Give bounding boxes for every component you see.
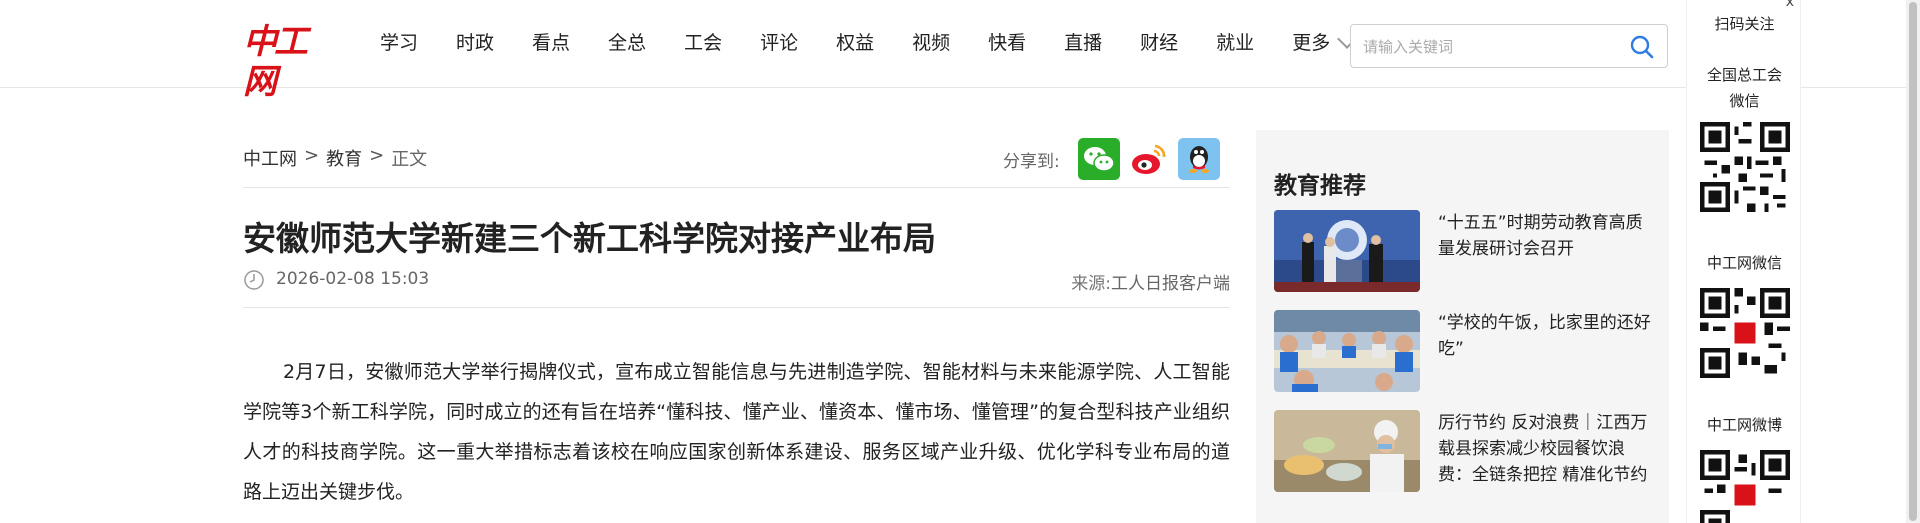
nav-item-rights[interactable]: 权益: [836, 28, 874, 58]
site-logo[interactable]: 中工网: [243, 22, 323, 102]
qq-share-icon[interactable]: [1177, 138, 1220, 180]
qr-sidebar: x 扫码关注 全国总工会微信 中工网微信 中工网微博: [1686, 0, 1801, 523]
qr-label-acftu-wechat: 全国总工会微信: [1706, 66, 1782, 110]
search-box: [1350, 24, 1668, 68]
source-name[interactable]: 工人日报客户端: [1111, 274, 1230, 294]
breadcrumb-separator: >: [369, 145, 385, 166]
recommend-item-title[interactable]: “学校的午饭，比家里的还好吃”: [1438, 310, 1654, 362]
article-meta: 2026-02-08 15:03 来源:工人日报客户端: [243, 268, 1230, 294]
recommend-item[interactable]: “学校的午饭，比家里的还好吃”: [1274, 310, 1654, 392]
scrollbar-thumb[interactable]: [1909, 2, 1917, 521]
article-date: 2026-02-08 15:03: [276, 269, 430, 289]
breadcrumb-section[interactable]: 教育: [326, 145, 362, 171]
qr-label-cwo-wechat: 中工网微信: [1706, 254, 1782, 272]
nav-item-highlights[interactable]: 看点: [532, 28, 570, 58]
qr-label-cwo-weibo: 中工网微博: [1706, 416, 1782, 434]
recommend-title: 教育推荐: [1274, 173, 1366, 199]
article-source: 来源:工人日报客户端: [1071, 269, 1230, 294]
recommend-panel: 教育推荐 “十五五”时期劳动教育高质量发展研讨会召开 “学校的午饭，比家里的还好…: [1256, 130, 1669, 523]
divider: [243, 187, 1230, 188]
recommend-item[interactable]: “十五五”时期劳动教育高质量发展研讨会召开: [1274, 210, 1654, 292]
nav-item-union[interactable]: 工会: [684, 28, 722, 58]
share-label: 分享到:: [1003, 151, 1060, 172]
qr-code-acftu-wechat: [1700, 122, 1790, 212]
site-header: 中工网 学习 时政 看点 全总 工会 评论 权益 视频 快看 直播 财经 就业 …: [0, 0, 1920, 102]
close-icon[interactable]: x: [1786, 0, 1794, 10]
recommend-thumbnail[interactable]: [1274, 210, 1420, 292]
divider: [243, 307, 1230, 308]
source-label: 来源:: [1071, 274, 1111, 294]
article-title: 安徽师范大学新建三个新工科学院对接产业布局: [243, 219, 936, 258]
page: 中工网 学习 时政 看点 全总 工会 评论 权益 视频 快看 直播 财经 就业 …: [0, 0, 1920, 523]
breadcrumb-separator: >: [304, 145, 320, 166]
clock-icon: [244, 270, 264, 290]
recommend-item-title[interactable]: 厉行节约 反对浪费｜江西万载县探索减少校园餐饮浪费：全链条把控 精准化节约: [1438, 410, 1654, 488]
recommend-item-title[interactable]: “十五五”时期劳动教育高质量发展研讨会召开: [1438, 210, 1654, 262]
nav-item-commentary[interactable]: 评论: [760, 28, 798, 58]
nav-item-employment[interactable]: 就业: [1216, 28, 1254, 58]
qr-sidebar-heading: 扫码关注: [1714, 15, 1775, 33]
breadcrumb-current: 正文: [391, 149, 428, 170]
recommend-thumbnail[interactable]: [1274, 410, 1420, 492]
weibo-share-icon[interactable]: [1127, 138, 1170, 180]
page-scrollbar[interactable]: [1906, 0, 1920, 523]
wechat-share-icon[interactable]: [1077, 138, 1120, 180]
nav-item-acftu[interactable]: 全总: [608, 28, 646, 58]
recommend-item[interactable]: 厉行节约 反对浪费｜江西万载县探索减少校园餐饮浪费：全链条把控 精准化节约: [1274, 410, 1654, 492]
qr-code-cwo-weibo: [1700, 450, 1790, 523]
nav-item-live[interactable]: 直播: [1064, 28, 1102, 58]
nav-item-finance[interactable]: 财经: [1140, 28, 1178, 58]
nav-more-label: 更多: [1292, 32, 1331, 54]
breadcrumb: 中工网 > 教育 > 正文: [243, 145, 427, 171]
nav-item-video[interactable]: 视频: [912, 28, 950, 58]
share-bar: 分享到:: [1003, 138, 1220, 180]
nav-item-quick-view[interactable]: 快看: [988, 28, 1026, 58]
main-nav: 学习 时政 看点 全总 工会 评论 权益 视频 快看 直播 财经 就业 更多: [380, 28, 1358, 58]
search-input[interactable]: [1363, 33, 1613, 61]
article-paragraph: 2月7日，安徽师范大学举行揭牌仪式，宣布成立智能信息与先进制造学院、智能材料与未…: [243, 361, 1230, 503]
breadcrumb-home[interactable]: 中工网: [243, 145, 297, 171]
nav-item-study[interactable]: 学习: [380, 28, 418, 58]
nav-more-menu[interactable]: 更多: [1292, 28, 1358, 58]
nav-item-politics[interactable]: 时政: [456, 28, 494, 58]
search-icon[interactable]: [1629, 34, 1655, 60]
qr-code-cwo-wechat: [1700, 288, 1790, 378]
recommend-thumbnail[interactable]: [1274, 310, 1420, 392]
